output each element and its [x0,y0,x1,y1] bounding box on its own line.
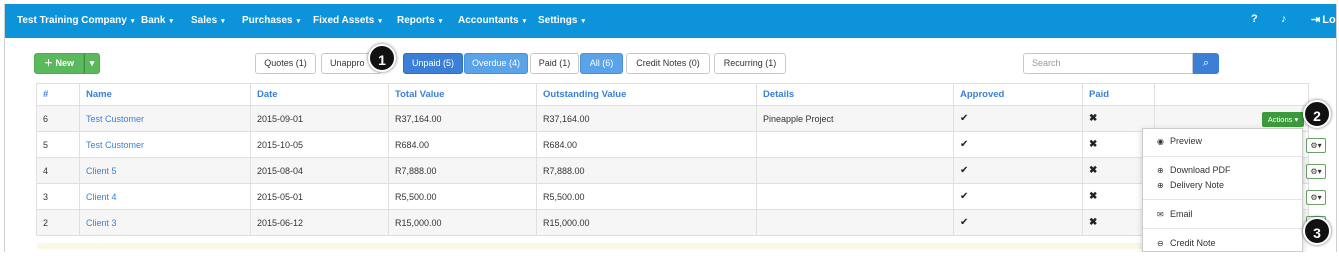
bell-icon[interactable]: ♪ [1281,13,1287,25]
row-name-link[interactable]: Test Customer [79,131,251,158]
row-name-link[interactable]: Client 5 [79,157,251,184]
menu-item-preview[interactable]: ◉ Preview [1157,136,1202,146]
filter-recurring[interactable]: Recurring (1) [714,53,786,74]
row-num: 3 [36,183,80,210]
menu-item-delivery-note[interactable]: ⊕ Delivery Note [1157,180,1224,190]
row-total: R5,500.00 [388,183,537,210]
row-date: 2015-06-12 [250,209,389,236]
new-dropdown-toggle[interactable]: ▾ [84,53,100,74]
row-num: 4 [36,157,80,184]
row-outstanding: R7,888.00 [536,157,757,184]
row-total: R684.00 [388,131,537,158]
approved-check-icon: ✔ [953,183,1083,210]
approved-check-icon: ✔ [953,105,1083,132]
callout-2: 2 [1303,100,1331,128]
row-outstanding: R15,000.00 [536,209,757,236]
row-num: 6 [36,105,80,132]
footer-strip [37,243,1147,249]
filter-quotes[interactable]: Quotes (1) [255,53,316,74]
table-row: 2 Client 3 2015-06-12 R15,000.00 R15,000… [36,209,1309,236]
row-details [756,183,954,210]
download-icon: ⊕ [1157,166,1164,175]
row-actions-toggle[interactable]: ⚙▾ [1306,138,1326,153]
col-header-actions [1154,83,1309,106]
new-button[interactable]: ＋ New [34,53,84,74]
nav-bank[interactable]: Bank ▾ [141,15,173,26]
row-num: 5 [36,131,80,158]
menu-divider [1143,199,1302,200]
filter-overdue[interactable]: Overdue (4) [464,53,528,74]
nav-accountants[interactable]: Accountants ▾ [458,15,526,26]
app-window: Test Training Company ▾ Bank ▾ Sales ▾ Purc… [4,4,1337,252]
row-total: R15,000.00 [388,209,537,236]
invoices-table: # Name Date Total Value Outstanding Valu… [36,83,1309,236]
table-row: 3 Client 4 2015-05-01 R5,500.00 R5,500.0… [36,183,1309,210]
search-input[interactable]: Search [1023,53,1193,74]
row-details: Pineapple Project [756,105,954,132]
col-header-details[interactable]: Details [756,83,954,106]
row-outstanding: R684.00 [536,131,757,158]
col-header-total[interactable]: Total Value [388,83,537,106]
table-row: 6 Test Customer 2015-09-01 R37,164.00 R3… [36,105,1309,132]
row-outstanding: R37,164.00 [536,105,757,132]
row-date: 2015-08-04 [250,157,389,184]
row-total: R37,164.00 [388,105,537,132]
col-header-outstanding[interactable]: Outstanding Value [536,83,757,106]
table-header-row: # Name Date Total Value Outstanding Valu… [36,83,1309,106]
filter-credit-notes[interactable]: Credit Notes (0) [626,53,710,74]
filter-paid[interactable]: Paid (1) [530,53,579,74]
logout-link[interactable]: ⇥ Lo [1311,13,1336,26]
nav-sales[interactable]: Sales ▾ [191,15,225,26]
row-date: 2015-10-05 [250,131,389,158]
nav-settings[interactable]: Settings ▾ [538,15,585,26]
actions-dropdown-menu: ◉ Preview ⊕ Download PDF ⊕ Delivery Note ✉ E… [1142,128,1303,252]
row-date: 2015-05-01 [250,183,389,210]
menu-divider [1143,156,1302,157]
row-name-link[interactable]: Test Customer [79,105,251,132]
col-header-num[interactable]: # [36,83,80,106]
menu-divider [1143,228,1302,229]
nav-company-menu[interactable]: Test Training Company ▾ [17,15,134,26]
col-header-name[interactable]: Name [79,83,251,106]
row-num: 2 [36,209,80,236]
row-outstanding: R5,500.00 [536,183,757,210]
eye-icon: ◉ [1157,137,1164,146]
minus-circle-icon: ⊖ [1157,239,1164,248]
nav-purchases[interactable]: Purchases ▾ [242,15,300,26]
envelope-icon: ✉ [1157,210,1164,219]
filter-unpaid[interactable]: Unpaid (5) [403,53,463,74]
row-details [756,157,954,184]
col-header-paid[interactable]: Paid [1082,83,1155,106]
menu-item-download-pdf[interactable]: ⊕ Download PDF [1157,165,1231,175]
search-icon[interactable]: ⌕ [1193,53,1219,74]
row-name-link[interactable]: Client 3 [79,209,251,236]
row-total: R7,888.00 [388,157,537,184]
row-date: 2015-09-01 [250,105,389,132]
approved-check-icon: ✔ [953,209,1083,236]
row-actions-toggle[interactable]: ⚙▾ [1306,190,1326,205]
row-name-link[interactable]: Client 4 [79,183,251,210]
row-details [756,131,954,158]
top-navbar: Test Training Company ▾ Bank ▾ Sales ▾ Purc… [5,4,1336,38]
toolbar: ＋ New ▾ Quotes (1) Unappro Unpaid (5) Ov… [11,38,1332,80]
approved-check-icon: ✔ [953,157,1083,184]
actions-button[interactable]: Actions ▾ [1262,112,1304,127]
nav-fixed-assets[interactable]: Fixed Assets ▾ [313,15,382,26]
table-row: 4 Client 5 2015-08-04 R7,888.00 R7,888.0… [36,157,1309,184]
table-row: 5 Test Customer 2015-10-05 R684.00 R684.… [36,131,1309,158]
callout-3: 3 [1303,217,1331,245]
download-icon: ⊕ [1157,181,1164,190]
row-actions-toggle[interactable]: ⚙▾ [1306,164,1326,179]
row-details [756,209,954,236]
nav-reports[interactable]: Reports ▾ [397,15,442,26]
menu-item-credit-note[interactable]: ⊖ Credit Note [1157,238,1216,248]
approved-check-icon: ✔ [953,131,1083,158]
callout-1: 1 [368,44,396,72]
menu-item-email[interactable]: ✉ Email [1157,209,1193,219]
main-content: ＋ New ▾ Quotes (1) Unappro Unpaid (5) Ov… [11,38,1332,249]
filter-all[interactable]: All (6) [580,53,623,74]
help-icon[interactable]: ? [1251,13,1258,25]
col-header-approved[interactable]: Approved [953,83,1083,106]
col-header-date[interactable]: Date [250,83,389,106]
